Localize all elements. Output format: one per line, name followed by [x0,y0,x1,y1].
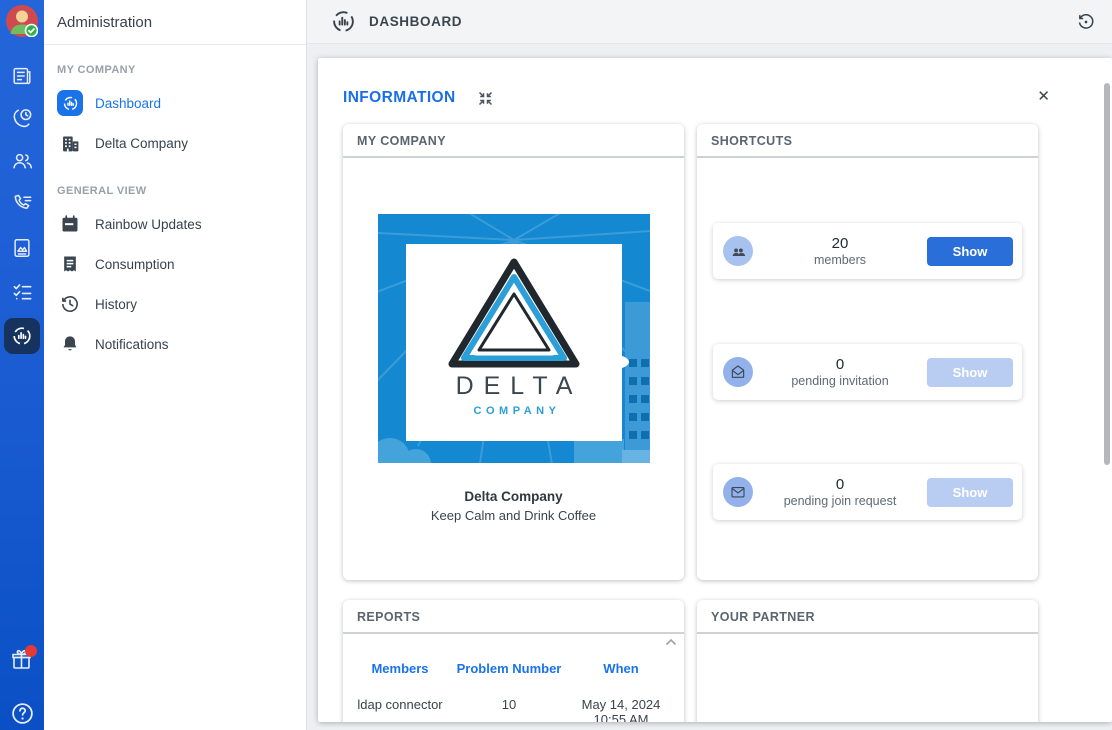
shortcut-info: 0 pending join request [753,476,927,508]
svg-text:DELTA: DELTA [455,372,582,400]
cell-when: May 14, 2024 10:55 AM [565,697,677,722]
shortcut-info: 0 pending invitation [753,356,927,388]
sidebar-item-label: Consumption [95,257,175,272]
company-name: Delta Company [343,489,684,504]
people-icon[interactable] [0,150,44,173]
sidebar-title: Administration [44,0,306,45]
reports-table: Members Problem Number When ldap connect… [343,661,684,722]
card-title: REPORTS [343,600,684,634]
history-icon [57,291,83,317]
information-panel: INFORMATION ✕ MY COMPANY [318,58,1112,722]
card-title: MY COMPANY [343,124,684,158]
topbar: DASHBOARD [307,0,1112,44]
show-pending-join-request-button: Show [927,478,1013,507]
company-tagline: Keep Calm and Drink Coffee [343,508,684,523]
shortcut-count: 20 [753,235,927,252]
history-restore-icon[interactable] [1076,12,1096,32]
company-body: DELTA COMPANY Delta Company Keep Calm an… [343,214,684,523]
reports-card: REPORTS Members Problem Number When ldap… [343,600,684,722]
shortcut-info: 20 members [753,235,927,267]
column-when[interactable]: When [565,661,677,676]
avatar-image [6,5,38,37]
main-area: INFORMATION ✕ MY COMPANY [307,44,1112,730]
show-members-button[interactable]: Show [927,237,1013,266]
sidebar-item-consumption[interactable]: Consumption [44,244,306,284]
building-icon [57,130,83,156]
close-icon[interactable]: ✕ [1037,87,1050,105]
page-title: DASHBOARD [369,14,462,29]
receipt-icon [57,251,83,277]
shortcuts-card: SHORTCUTS 20 members Show [697,124,1038,580]
calendar-icon [57,211,83,237]
svg-text:COMPANY: COMPANY [473,405,560,417]
tasks-icon[interactable] [0,280,44,303]
shortcut-row-members: 20 members Show [713,223,1022,279]
shortcut-row-pending-invitation: 0 pending invitation Show [713,344,1022,400]
bell-icon [57,331,83,357]
dashboard-icon [57,90,83,116]
shortcut-count: 0 [753,356,927,373]
reports-header-row: Members Problem Number When [347,661,684,676]
envelope-icon [723,477,753,507]
dashboard-icon [331,9,356,34]
information-title: INFORMATION [343,89,456,107]
shortcut-count: 0 [753,476,927,493]
rail-dashboard-active[interactable] [4,318,40,354]
collapse-icon[interactable] [478,91,493,106]
section-label-my-company: MY COMPANY [57,64,306,76]
news-icon[interactable] [0,65,44,87]
gift-icon[interactable] [0,648,44,672]
table-row: ldap connector 10 May 14, 2024 10:55 AM [347,697,684,722]
card-title: YOUR PARTNER [697,600,1038,634]
cell-problem-number: 10 [453,697,565,722]
cell-when-time: 10:55 AM [565,712,677,722]
sidebar-item-notifications[interactable]: Notifications [44,324,306,364]
sidebar-item-label: Delta Company [95,136,188,151]
column-problem-number[interactable]: Problem Number [453,661,565,676]
sidebar-item-label: Notifications [95,337,169,352]
column-members[interactable]: Members [347,661,453,676]
gift-badge [25,645,37,657]
help-icon[interactable] [0,701,44,726]
app-rail [0,0,44,730]
chevron-up-icon[interactable] [665,638,677,646]
sidebar: Administration MY COMPANY Dashboard [44,0,307,730]
phone-log-icon[interactable] [0,192,44,215]
cards-grid: MY COMPANY [343,124,1038,722]
sidebar-item-label: Rainbow Updates [95,217,202,232]
show-pending-invitation-button: Show [927,358,1013,387]
members-icon [723,236,753,266]
company-banner-image: DELTA COMPANY [378,214,650,463]
call-history-icon[interactable] [0,107,44,130]
shortcut-row-pending-join-request: 0 pending join request Show [713,464,1022,520]
shortcut-label: pending join request [753,494,927,508]
shortcut-label: pending invitation [753,374,927,388]
section-label-general-view: GENERAL VIEW [57,185,306,197]
your-partner-card: YOUR PARTNER [697,600,1038,722]
cell-when-date: May 14, 2024 [565,697,677,712]
file-icon[interactable] [0,237,44,259]
open-envelope-icon [723,357,753,387]
user-avatar[interactable] [6,5,38,37]
sidebar-item-history[interactable]: History [44,284,306,324]
sidebar-item-delta-company[interactable]: Delta Company [44,123,306,163]
sidebar-item-label: History [95,297,137,312]
sidebar-item-dashboard[interactable]: Dashboard [44,83,306,123]
panel-scrollbar-thumb[interactable] [1104,83,1110,465]
dashboard-icon [11,325,33,347]
shortcut-label: members [753,253,927,267]
cell-member: ldap connector [347,697,453,722]
my-company-card: MY COMPANY [343,124,684,580]
sidebar-item-label: Dashboard [95,96,161,111]
card-title: SHORTCUTS [697,124,1038,158]
sidebar-item-rainbow-updates[interactable]: Rainbow Updates [44,204,306,244]
